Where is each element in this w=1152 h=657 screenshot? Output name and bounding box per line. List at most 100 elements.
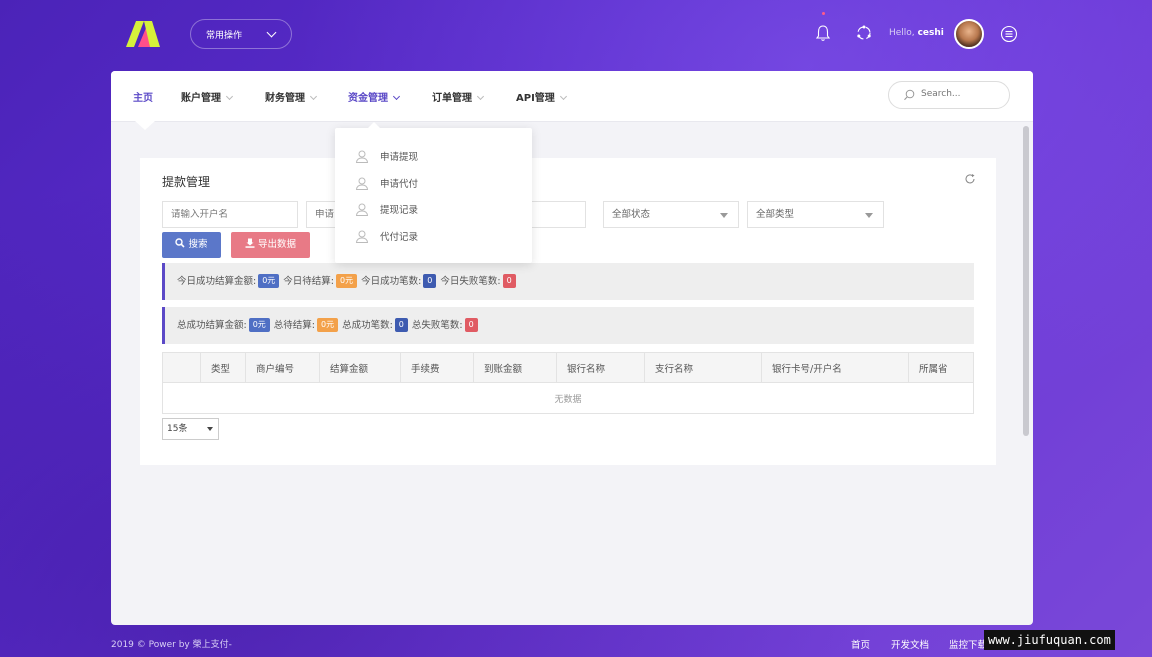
logo[interactable]: [124, 20, 164, 48]
nav-item-funds[interactable]: 资金管理: [348, 89, 401, 104]
menu-item-apply-payout[interactable]: 申请代付: [355, 175, 418, 191]
nav-item-label: API管理: [516, 93, 555, 104]
page-size-select[interactable]: 15条: [162, 418, 219, 440]
refresh-icon[interactable]: [964, 173, 976, 185]
nav-item-finance[interactable]: 财务管理: [265, 89, 318, 104]
stat-label: 今日成功结算金额:: [177, 276, 257, 287]
menu-item-label: 代付记录: [380, 232, 419, 243]
share-icon[interactable]: [855, 24, 873, 42]
stat-label: 今日成功笔数:: [361, 276, 422, 287]
stat-label: 总成功结算金额:: [177, 320, 247, 331]
menu-item-label: 申请提现: [380, 152, 419, 163]
main-nav: 主页 账户管理 财务管理 资金管理 订单管理 API管理: [111, 71, 1033, 122]
chevron-down-icon: [225, 92, 234, 101]
account-name-input[interactable]: [171, 209, 297, 220]
footer-link-docs[interactable]: 开发文档: [891, 637, 929, 651]
nav-item-label: 资金管理: [348, 93, 388, 104]
column-header[interactable]: 银行卡号/开户名: [761, 352, 909, 383]
nav-item-home[interactable]: 主页: [133, 89, 153, 104]
quick-actions-label: 常用操作: [206, 30, 243, 41]
nav-item-orders[interactable]: 订单管理: [432, 89, 485, 104]
stat-badge: 0元: [258, 273, 280, 288]
chevron-down-icon: [476, 92, 485, 101]
nav-item-label: 订单管理: [432, 93, 472, 104]
column-header[interactable]: 商户编号: [245, 352, 320, 383]
export-button-label: 导出数据: [258, 239, 297, 250]
user-icon: [355, 203, 369, 216]
page-size-value: 15条: [167, 424, 188, 434]
withdrawal-card: 提款管理 全部状态 全部类型 搜索: [140, 158, 996, 465]
nav-item-accounts[interactable]: 账户管理: [181, 89, 234, 104]
greeting-prefix: Hello,: [889, 28, 915, 38]
table-row: 无数据: [162, 382, 974, 414]
stat-label: 今日失败笔数:: [440, 276, 501, 287]
column-header[interactable]: 手续费: [400, 352, 474, 383]
stat-badge: 0: [502, 273, 516, 288]
type-select-value: 全部类型: [756, 209, 795, 220]
scrollbar[interactable]: [1023, 126, 1029, 436]
menu-item-apply-withdrawal[interactable]: 申请提现: [355, 148, 418, 164]
export-icon: [245, 238, 255, 248]
chevron-down-icon: [392, 92, 401, 101]
search-icon: [175, 238, 186, 248]
stat-badge: 0: [464, 317, 478, 332]
search-box[interactable]: [888, 81, 1010, 109]
nav-item-api[interactable]: API管理: [516, 89, 567, 104]
type-select[interactable]: 全部类型: [747, 201, 884, 228]
stat-badge: 0元: [248, 317, 270, 332]
empty-table-message: 无数据: [162, 382, 974, 414]
caret-down-icon: [207, 427, 213, 431]
withdrawal-table: 类型 商户编号 结算金额 手续费 到账金额 银行名称 支行名称 银行卡号/开户名…: [162, 352, 974, 414]
user-greeting: Hello, ceshi: [889, 28, 944, 38]
nav-item-label: 财务管理: [265, 93, 305, 104]
user-icon: [355, 177, 369, 190]
export-button[interactable]: 导出数据: [231, 232, 310, 258]
column-header[interactable]: 类型: [200, 352, 246, 383]
stat-label: 总成功笔数:: [342, 320, 393, 331]
funds-dropdown-menu: 申请提现 申请代付 提现记录 代付记录: [335, 122, 532, 263]
status-select[interactable]: 全部状态: [603, 201, 739, 228]
nav-item-label: 账户管理: [181, 93, 221, 104]
column-header[interactable]: 结算金额: [319, 352, 401, 383]
column-header[interactable]: 银行名称: [556, 352, 645, 383]
table-header-row: 类型 商户编号 结算金额 手续费 到账金额 银行名称 支行名称 银行卡号/开户名…: [162, 352, 974, 383]
footer-link-home[interactable]: 首页: [851, 637, 870, 651]
page-title: 提款管理: [162, 175, 211, 189]
notification-dot: [822, 12, 825, 15]
stat-badge: 0: [423, 273, 437, 288]
stat-label: 总失败笔数:: [411, 320, 463, 331]
search-input[interactable]: [919, 88, 1003, 100]
quick-actions-dropdown[interactable]: 常用操作: [190, 19, 292, 49]
footer-copyright: 2019 © Power by 榮上支付-: [111, 640, 232, 650]
nav-active-pointer: [135, 121, 155, 130]
watermark: www.jiufuquan.com: [984, 630, 1115, 650]
stat-label: 今日待结算:: [283, 276, 334, 287]
chevron-down-icon: [309, 92, 318, 101]
caret-down-icon: [720, 213, 728, 218]
today-stats-bar: 今日成功结算金额: 0元 今日待结算: 0元 今日成功笔数: 0 今日失败笔数: 0: [162, 263, 974, 300]
menu-item-payout-records[interactable]: 代付记录: [355, 228, 418, 244]
avatar[interactable]: [954, 19, 984, 49]
column-header[interactable]: 支行名称: [644, 352, 762, 383]
total-stats-bar: 总成功结算金额: 0元 总待结算: 0元 总成功笔数: 0 总失败笔数: 0: [162, 307, 974, 344]
chevron-down-icon: [266, 27, 277, 38]
nav-item-label: 主页: [133, 93, 153, 104]
menu-icon[interactable]: [1000, 25, 1018, 43]
account-name-field[interactable]: [162, 201, 298, 228]
menu-item-withdrawal-records[interactable]: 提现记录: [355, 201, 418, 217]
column-header[interactable]: [162, 352, 201, 383]
column-header[interactable]: 所属省: [908, 352, 974, 383]
bell-icon[interactable]: [814, 24, 832, 42]
column-header[interactable]: 到账金额: [473, 352, 557, 383]
user-icon: [355, 150, 369, 163]
menu-item-label: 申请代付: [380, 179, 419, 190]
user-icon: [355, 230, 369, 243]
menu-item-label: 提现记录: [380, 205, 419, 216]
main-panel: 主页 账户管理 财务管理 资金管理 订单管理 API管理 提款管理 全部状态: [111, 71, 1033, 625]
status-select-value: 全部状态: [612, 209, 651, 220]
footer-link-download[interactable]: 监控下载: [949, 637, 987, 651]
stat-badge: 0元: [317, 317, 339, 332]
search-button[interactable]: 搜索: [162, 232, 221, 258]
search-button-label: 搜索: [188, 239, 208, 250]
stat-label: 总待结算:: [273, 320, 315, 331]
